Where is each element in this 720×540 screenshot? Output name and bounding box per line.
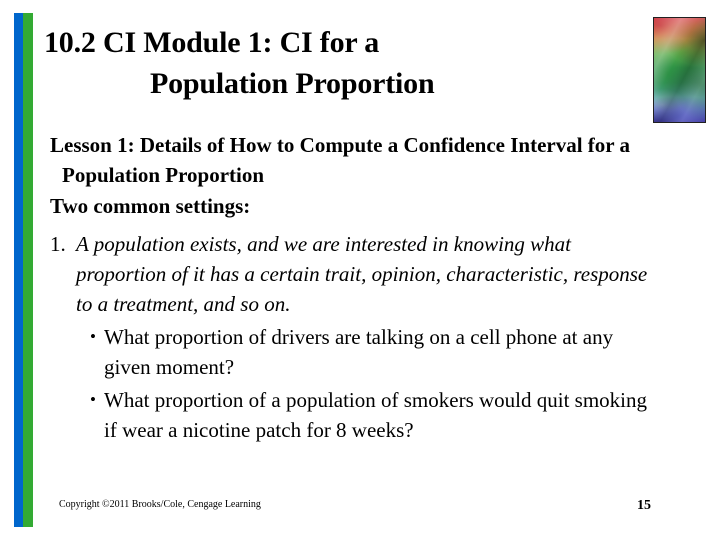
body-heading-settings: Two common settings:	[50, 194, 251, 218]
list-item-text: What proportion of drivers are talking o…	[104, 325, 614, 379]
left-accent-bars	[14, 13, 33, 527]
accent-bar-green	[23, 13, 33, 527]
copyright-notice: Copyright ©2011 Brooks/Cole, Cengage Lea…	[59, 499, 261, 510]
page-number: 15	[637, 498, 651, 513]
list-item: • What proportion of drivers are talking…	[50, 322, 662, 382]
rainbow-sheen-overlay	[654, 18, 705, 122]
title-line-1: 10.2 CI Module 1: CI for a	[44, 26, 380, 59]
list-item-marker: 1.	[50, 232, 66, 256]
slide-body: Lesson 1: Details of How to Compute a Co…	[50, 130, 662, 445]
rainbow-artwork-image	[653, 17, 706, 123]
accent-bar-blue	[14, 13, 23, 527]
slide-title: 10.2 CI Module 1: CI for a Population Pr…	[44, 22, 634, 104]
slide-canvas: { "slide": { "title": { "line1": "10.2 C…	[0, 0, 720, 540]
list-item-text: What proportion of a population of smoke…	[104, 388, 648, 442]
list-item: • What proportion of a population of smo…	[50, 385, 662, 445]
bullet-dot-icon: •	[90, 327, 96, 346]
title-line-2: Population Proportion	[150, 67, 435, 100]
list-item: 1. A population exists, and we are inter…	[50, 229, 662, 319]
bullet-dot-icon: •	[90, 390, 96, 409]
body-heading-lesson: Lesson 1: Details of How to Compute a Co…	[50, 133, 630, 187]
list-item-text: A population exists, and we are interest…	[76, 232, 648, 316]
